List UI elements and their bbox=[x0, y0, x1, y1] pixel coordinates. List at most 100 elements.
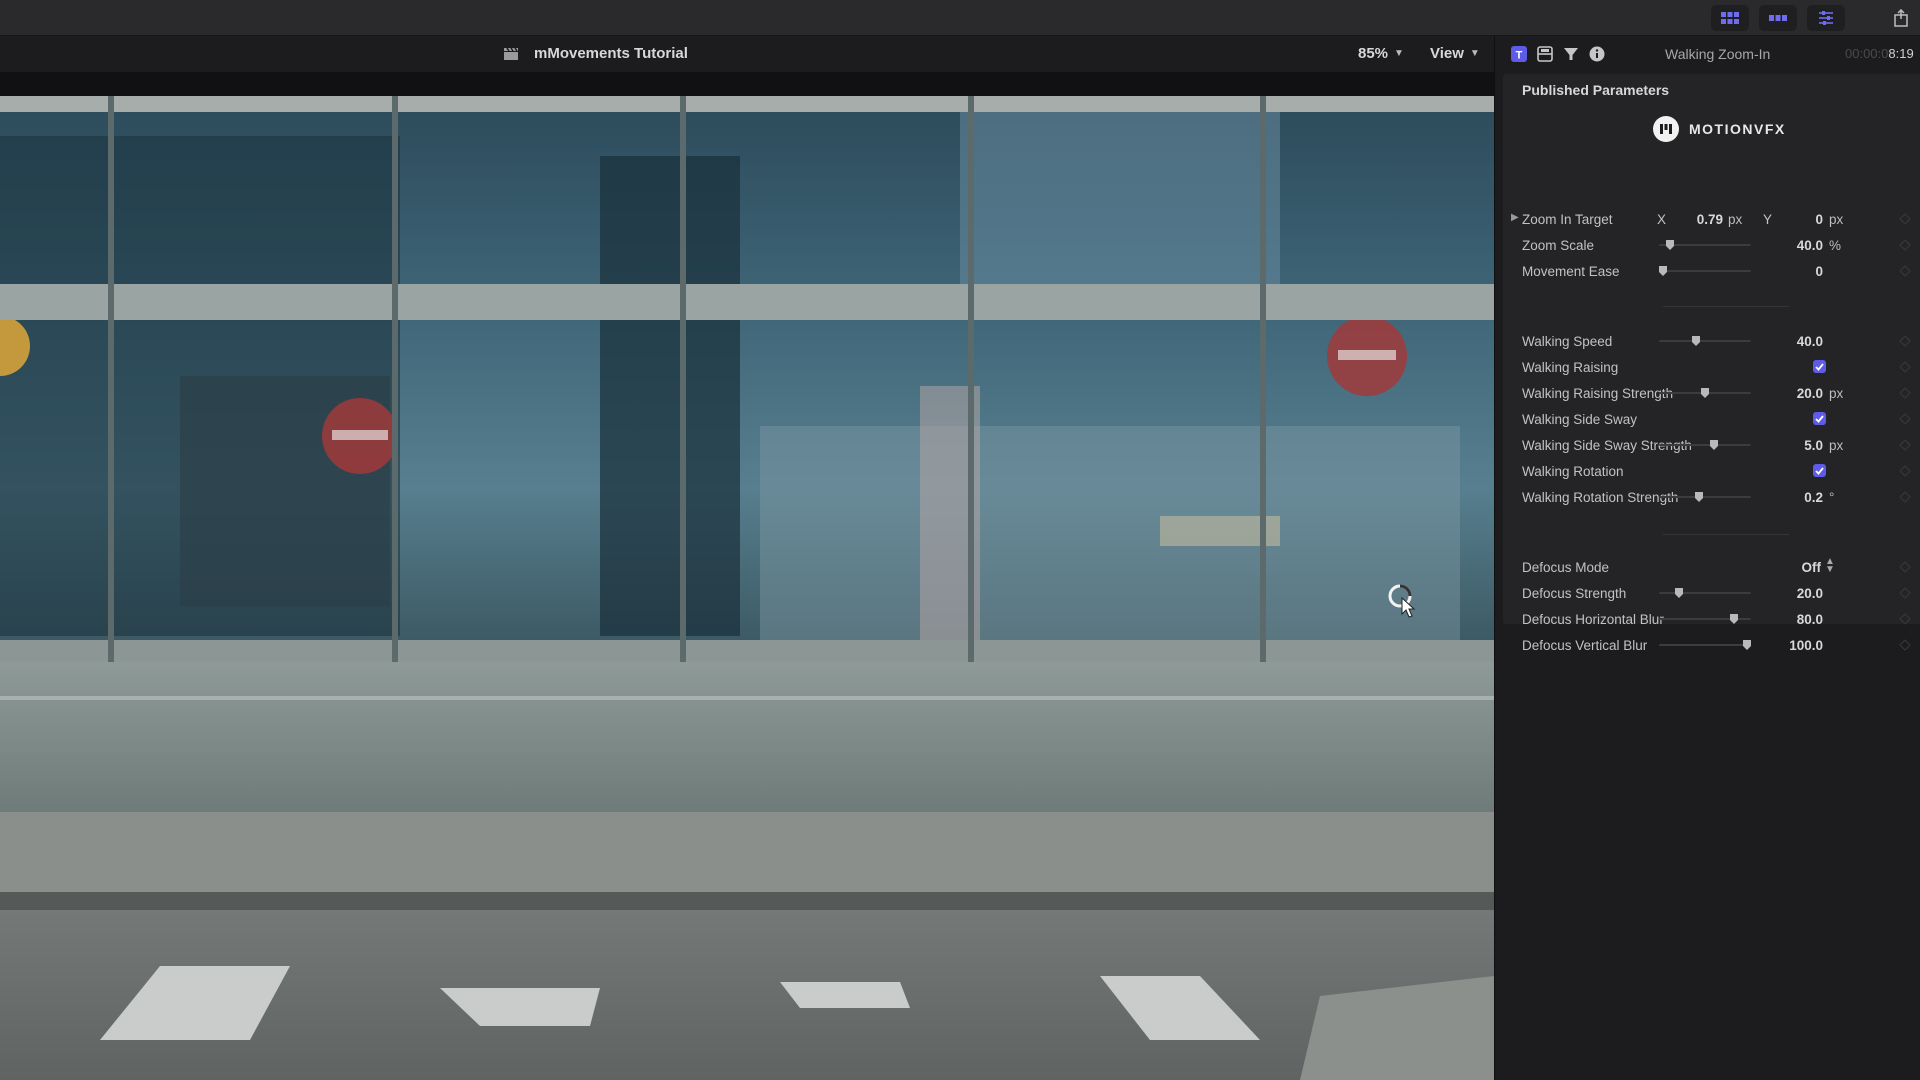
brand-name: MOTIONVFX bbox=[1689, 121, 1786, 137]
clip-name: Walking Zoom-In bbox=[1665, 46, 1771, 62]
checkbox[interactable] bbox=[1813, 360, 1826, 373]
param-label: Defocus Horizontal Blur bbox=[1522, 612, 1664, 627]
video-image bbox=[0, 96, 1494, 1080]
keyframe-button[interactable] bbox=[1899, 465, 1911, 477]
keyframe-button[interactable] bbox=[1899, 413, 1911, 425]
param-defocus-strength: Defocus Strength 20.0 bbox=[1503, 582, 1920, 604]
video-frame[interactable] bbox=[0, 96, 1494, 1080]
zoom-level-value: 85% bbox=[1358, 45, 1389, 62]
keyframe-button[interactable] bbox=[1899, 361, 1911, 373]
unit-label: ° bbox=[1829, 490, 1835, 505]
param-zoom-scale: Zoom Scale 40.0% bbox=[1503, 234, 1920, 256]
defocus-mode-popup[interactable]: Off bbox=[1761, 560, 1822, 575]
value-field[interactable]: 80.0 bbox=[1761, 612, 1823, 627]
value-field[interactable]: 40.0 bbox=[1761, 334, 1823, 349]
slider-knob[interactable] bbox=[1709, 439, 1719, 451]
keyframe-button[interactable] bbox=[1899, 639, 1911, 651]
param-walking-raising: Walking Raising bbox=[1503, 356, 1920, 378]
checkmark-icon bbox=[1815, 414, 1824, 423]
divider bbox=[1663, 306, 1789, 307]
video-inspector-icon[interactable] bbox=[1537, 46, 1553, 62]
param-label: Zoom In Target bbox=[1522, 212, 1613, 227]
slider-track[interactable] bbox=[1659, 340, 1751, 342]
x-value-field[interactable]: 0.79 bbox=[1677, 212, 1723, 227]
grid-icon bbox=[1721, 12, 1739, 24]
inspector-panel: T Walking Zoom-In 00:00:08:19 Published … bbox=[1494, 36, 1920, 1080]
slider-knob[interactable] bbox=[1665, 239, 1675, 251]
slider-knob[interactable] bbox=[1729, 613, 1739, 625]
timecode-value: 8:19 bbox=[1888, 46, 1914, 61]
up-down-arrows-icon[interactable]: ▲ ▼ bbox=[1825, 557, 1835, 575]
slider-knob[interactable] bbox=[1700, 387, 1710, 399]
motionvfx-brand: MOTIONVFX bbox=[1653, 116, 1786, 142]
checkbox[interactable] bbox=[1813, 464, 1826, 477]
keyframe-button[interactable] bbox=[1899, 587, 1911, 599]
keyframe-button[interactable] bbox=[1899, 439, 1911, 451]
timecode-prefix: 00:00:0 bbox=[1845, 46, 1889, 61]
slider-knob[interactable] bbox=[1694, 491, 1704, 503]
slider-track[interactable] bbox=[1659, 592, 1751, 594]
value-field[interactable]: 20.0 bbox=[1761, 386, 1823, 401]
keyframe-button[interactable] bbox=[1899, 265, 1911, 277]
keyframe-button[interactable] bbox=[1899, 335, 1911, 347]
x-unit: px bbox=[1728, 212, 1743, 227]
value-field[interactable]: 40.0 bbox=[1761, 238, 1823, 253]
chevron-down-icon: ▼ bbox=[1394, 48, 1404, 59]
keyframe-button[interactable] bbox=[1899, 387, 1911, 399]
slider-knob[interactable] bbox=[1674, 587, 1684, 599]
disclosure-triangle-icon[interactable]: ▶ bbox=[1511, 212, 1519, 223]
unit-label: % bbox=[1829, 238, 1842, 253]
param-defocus-vertical-blur: Defocus Vertical Blur 100.0 bbox=[1503, 634, 1920, 656]
param-walking-raising-strength: Walking Raising Strength 20.0 px bbox=[1503, 382, 1920, 404]
y-label: Y bbox=[1763, 212, 1773, 227]
zoom-level-menu[interactable]: 85% ▼ bbox=[1358, 45, 1404, 62]
checkbox[interactable] bbox=[1813, 412, 1826, 425]
keyframe-button[interactable] bbox=[1899, 561, 1911, 573]
motionvfx-logo-icon bbox=[1653, 116, 1679, 142]
timeline-icon bbox=[1769, 15, 1787, 21]
slider-track[interactable] bbox=[1659, 444, 1751, 446]
filter-inspector-icon[interactable] bbox=[1563, 46, 1579, 62]
view-menu-label: View bbox=[1430, 45, 1464, 62]
param-zoom-in-target: ▶ Zoom In Target X 0.79 px Y 0 px bbox=[1503, 208, 1920, 230]
value-field[interactable]: 5.0 bbox=[1761, 438, 1823, 453]
published-parameters-panel: Published Parameters MOTIONVFX ▶ Zoom In… bbox=[1503, 74, 1920, 653]
view-menu[interactable]: View ▼ bbox=[1430, 45, 1480, 62]
param-defocus-horizontal-blur: Defocus Horizontal Blur 80.0 bbox=[1503, 608, 1920, 630]
y-value-field[interactable]: 0 bbox=[1779, 212, 1823, 227]
title-inspector-icon[interactable]: T bbox=[1511, 46, 1527, 62]
param-label: Walking Rotation bbox=[1522, 464, 1624, 479]
slider-track[interactable] bbox=[1659, 496, 1751, 498]
value-field[interactable]: 20.0 bbox=[1761, 586, 1823, 601]
info-icon[interactable] bbox=[1589, 46, 1605, 62]
value-field[interactable]: 100.0 bbox=[1761, 638, 1823, 653]
viewer-header: mMovements Tutorial 85% ▼ View ▼ bbox=[0, 36, 1494, 72]
keyframe-button[interactable] bbox=[1899, 491, 1911, 503]
chevron-down-icon: ▼ bbox=[1469, 48, 1480, 59]
top-toolbar bbox=[0, 0, 1920, 36]
timeline-view-button[interactable] bbox=[1759, 5, 1797, 31]
keyframe-button[interactable] bbox=[1899, 613, 1911, 625]
keyframe-button[interactable] bbox=[1899, 213, 1911, 225]
slider-knob[interactable] bbox=[1691, 335, 1701, 347]
param-walking-side-sway-strength: Walking Side Sway Strength 5.0 px bbox=[1503, 434, 1920, 456]
inspector-toggle-button[interactable] bbox=[1807, 5, 1845, 31]
slider-track[interactable] bbox=[1659, 270, 1751, 272]
unit-label: px bbox=[1829, 386, 1844, 401]
busy-cursor-icon bbox=[1388, 584, 1416, 618]
divider bbox=[1663, 534, 1789, 535]
value-field[interactable]: 0 bbox=[1761, 264, 1823, 279]
slider-knob[interactable] bbox=[1658, 265, 1668, 277]
share-button[interactable] bbox=[1887, 5, 1915, 31]
x-label: X bbox=[1657, 212, 1667, 227]
browser-view-button[interactable] bbox=[1711, 5, 1749, 31]
slider-knob[interactable] bbox=[1742, 639, 1752, 651]
param-defocus-mode: Defocus Mode Off ▲ ▼ bbox=[1503, 556, 1920, 578]
slider-track[interactable] bbox=[1659, 644, 1751, 646]
param-label: Defocus Strength bbox=[1522, 586, 1627, 601]
keyframe-button[interactable] bbox=[1899, 239, 1911, 251]
checkmark-icon bbox=[1815, 466, 1824, 475]
param-label: Zoom Scale bbox=[1522, 238, 1595, 253]
inspector-header: T Walking Zoom-In 00:00:08:19 bbox=[1495, 36, 1920, 72]
value-field[interactable]: 0.2 bbox=[1761, 490, 1823, 505]
